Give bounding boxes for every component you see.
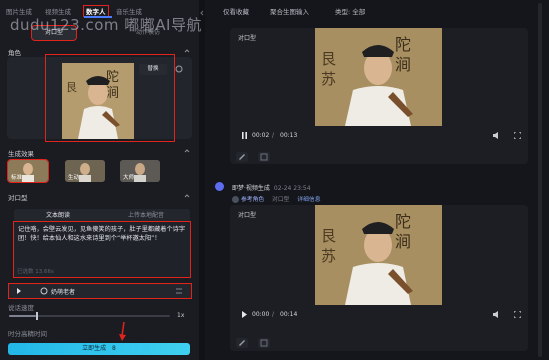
timing-label[interactable]: 时分高精时间 (8, 328, 47, 338)
lipsync-mode-tabs: 文本朗读 上传本地配音 (14, 209, 190, 222)
copy-icon[interactable] (258, 338, 270, 348)
subtab-lipsync[interactable]: 对口型 (31, 25, 77, 41)
char-count: 已选数 13.66s (17, 269, 54, 275)
detail-link[interactable]: 详细信息 (297, 197, 320, 203)
chevron-up-icon[interactable] (184, 193, 190, 199)
author-meta: 参考角色 对口型 详细信息 (232, 194, 321, 203)
result-video-1[interactable]: 陀 涧 艮 苏 (315, 28, 442, 126)
filter-favorites[interactable]: 仅看收藏 (223, 6, 249, 16)
fullscreen-icon[interactable] (514, 311, 521, 318)
tab-video-gen[interactable]: 视频生成 (45, 6, 71, 16)
filter-aggregate[interactable]: 聚合生图输入 (270, 6, 309, 16)
fullscreen-icon[interactable] (514, 132, 521, 139)
edit-icon[interactable] (236, 338, 248, 348)
generate-button[interactable]: 立即生成 8 (8, 343, 190, 355)
time-total: 00:14 (280, 311, 298, 318)
role-portrait[interactable]: 陀 涧 艮 (62, 63, 134, 139)
voice-name: 奶萌老者 (51, 289, 76, 296)
filter-type[interactable]: 类型: 全部 (335, 6, 365, 16)
effect-option-standard[interactable]: 标准 (7, 159, 49, 183)
volume-icon[interactable] (493, 132, 501, 139)
result-card-2: 对口型 陀 涧 艮 苏 00:00 / 00:14 (230, 205, 528, 351)
tab-image-gen[interactable]: 图片生成 (6, 6, 32, 16)
speed-slider[interactable] (9, 312, 170, 320)
time-total: 00:13 (280, 132, 298, 139)
shuffle-icon[interactable] (175, 287, 183, 295)
svg-text:苏: 苏 (321, 247, 336, 265)
svg-text:苏: 苏 (321, 70, 336, 88)
results-scrollbar[interactable] (538, 3, 542, 357)
author-name: 即梦·视频生成 (232, 185, 270, 192)
speed-slider-knob[interactable] (36, 312, 39, 320)
script-text: 记住咯，会壁云发见，见鱼傻笑的孩子，肚子里都藏着个诗字团！快！给本仙人和这水来诗… (18, 226, 186, 243)
edit-icon[interactable] (236, 152, 248, 162)
tab-digital-human[interactable]: 数字人 (83, 5, 109, 17)
replace-role-button[interactable]: 替换 (139, 64, 167, 75)
play-icon[interactable] (241, 311, 248, 318)
reference-role-link[interactable]: 参考角色 (241, 197, 264, 203)
volume-icon[interactable] (493, 311, 501, 318)
time-current: 00:02 (252, 132, 270, 139)
left-panel: 图片生成 视频生成 数字人 音乐生成 对口型 动作模仿 角色 陀 涧 艮 替换 … (0, 0, 199, 360)
role-section-label: 角色 (8, 49, 21, 57)
effect-option-label: 生动 (68, 175, 80, 181)
result-label: 对口型 (238, 35, 257, 42)
play-icon[interactable] (16, 288, 22, 294)
red-arrow-annotation (119, 322, 126, 341)
mini-avatar (232, 196, 239, 203)
effect-option-vivid[interactable]: 生动 (65, 160, 105, 182)
generate-label: 立即生成 (82, 345, 107, 352)
copy-icon[interactable] (258, 152, 270, 162)
result-video-2[interactable]: 陀 涧 艮 苏 (315, 205, 442, 305)
lipsync-section-label: 对口型 (8, 194, 28, 202)
tab-upload-audio[interactable]: 上传本地配音 (102, 209, 190, 222)
svg-text:涧: 涧 (395, 55, 411, 74)
sub-tabs: 对口型 动作模仿 (4, 25, 195, 41)
tab-text-reading[interactable]: 文本朗读 (14, 209, 102, 222)
replace-label: 替换 (147, 66, 159, 72)
svg-text:艮: 艮 (321, 50, 336, 68)
video-controls-1: 00:02 / 00:13 (238, 131, 528, 141)
effect-option-label: 大师 (123, 175, 135, 181)
version-label: 对口型 (272, 197, 290, 203)
author-line: 即梦·视频生成 02-24 23:54 (232, 183, 311, 192)
chevron-up-icon[interactable] (184, 48, 190, 54)
pause-icon[interactable] (241, 132, 248, 139)
author-timestamp: 02-24 23:54 (273, 185, 311, 192)
svg-text:陀: 陀 (395, 212, 411, 231)
effect-option-master[interactable]: 大师 (120, 160, 160, 182)
effect-section-label: 生成效果 (8, 150, 34, 158)
speed-value: 1x (177, 312, 185, 319)
result-label: 对口型 (238, 212, 257, 219)
svg-text:涧: 涧 (395, 232, 411, 251)
speed-slider-fill (9, 315, 37, 317)
refresh-icon[interactable] (174, 64, 184, 74)
svg-text:陀: 陀 (395, 35, 411, 54)
svg-text:艮: 艮 (321, 227, 336, 245)
time-current: 00:00 (252, 311, 270, 318)
voice-selector[interactable]: 奶萌老者 (8, 283, 192, 299)
result-card-1: 对口型 陀 涧 艮 苏 00:02 / 00:13 (230, 28, 528, 164)
generate-cost: 8 (112, 345, 116, 352)
voice-icon (40, 287, 48, 295)
active-tab-indicator (84, 16, 112, 18)
subtab-motion-imitation[interactable]: 动作模仿 (124, 26, 172, 40)
svg-text:艮: 艮 (66, 81, 77, 94)
tab-music-gen[interactable]: 音乐生成 (116, 6, 142, 16)
effect-option-label: 标准 (11, 175, 23, 181)
result-filter-bar: 仅看收藏 聚合生图输入 类型: 全部 (205, 0, 549, 20)
avatar (215, 182, 224, 191)
top-nav: 图片生成 视频生成 数字人 音乐生成 (0, 0, 199, 18)
chevron-up-icon[interactable] (184, 148, 190, 154)
speed-label: 说话速度 (8, 304, 34, 312)
video-controls-2: 00:00 / 00:14 (238, 310, 528, 320)
